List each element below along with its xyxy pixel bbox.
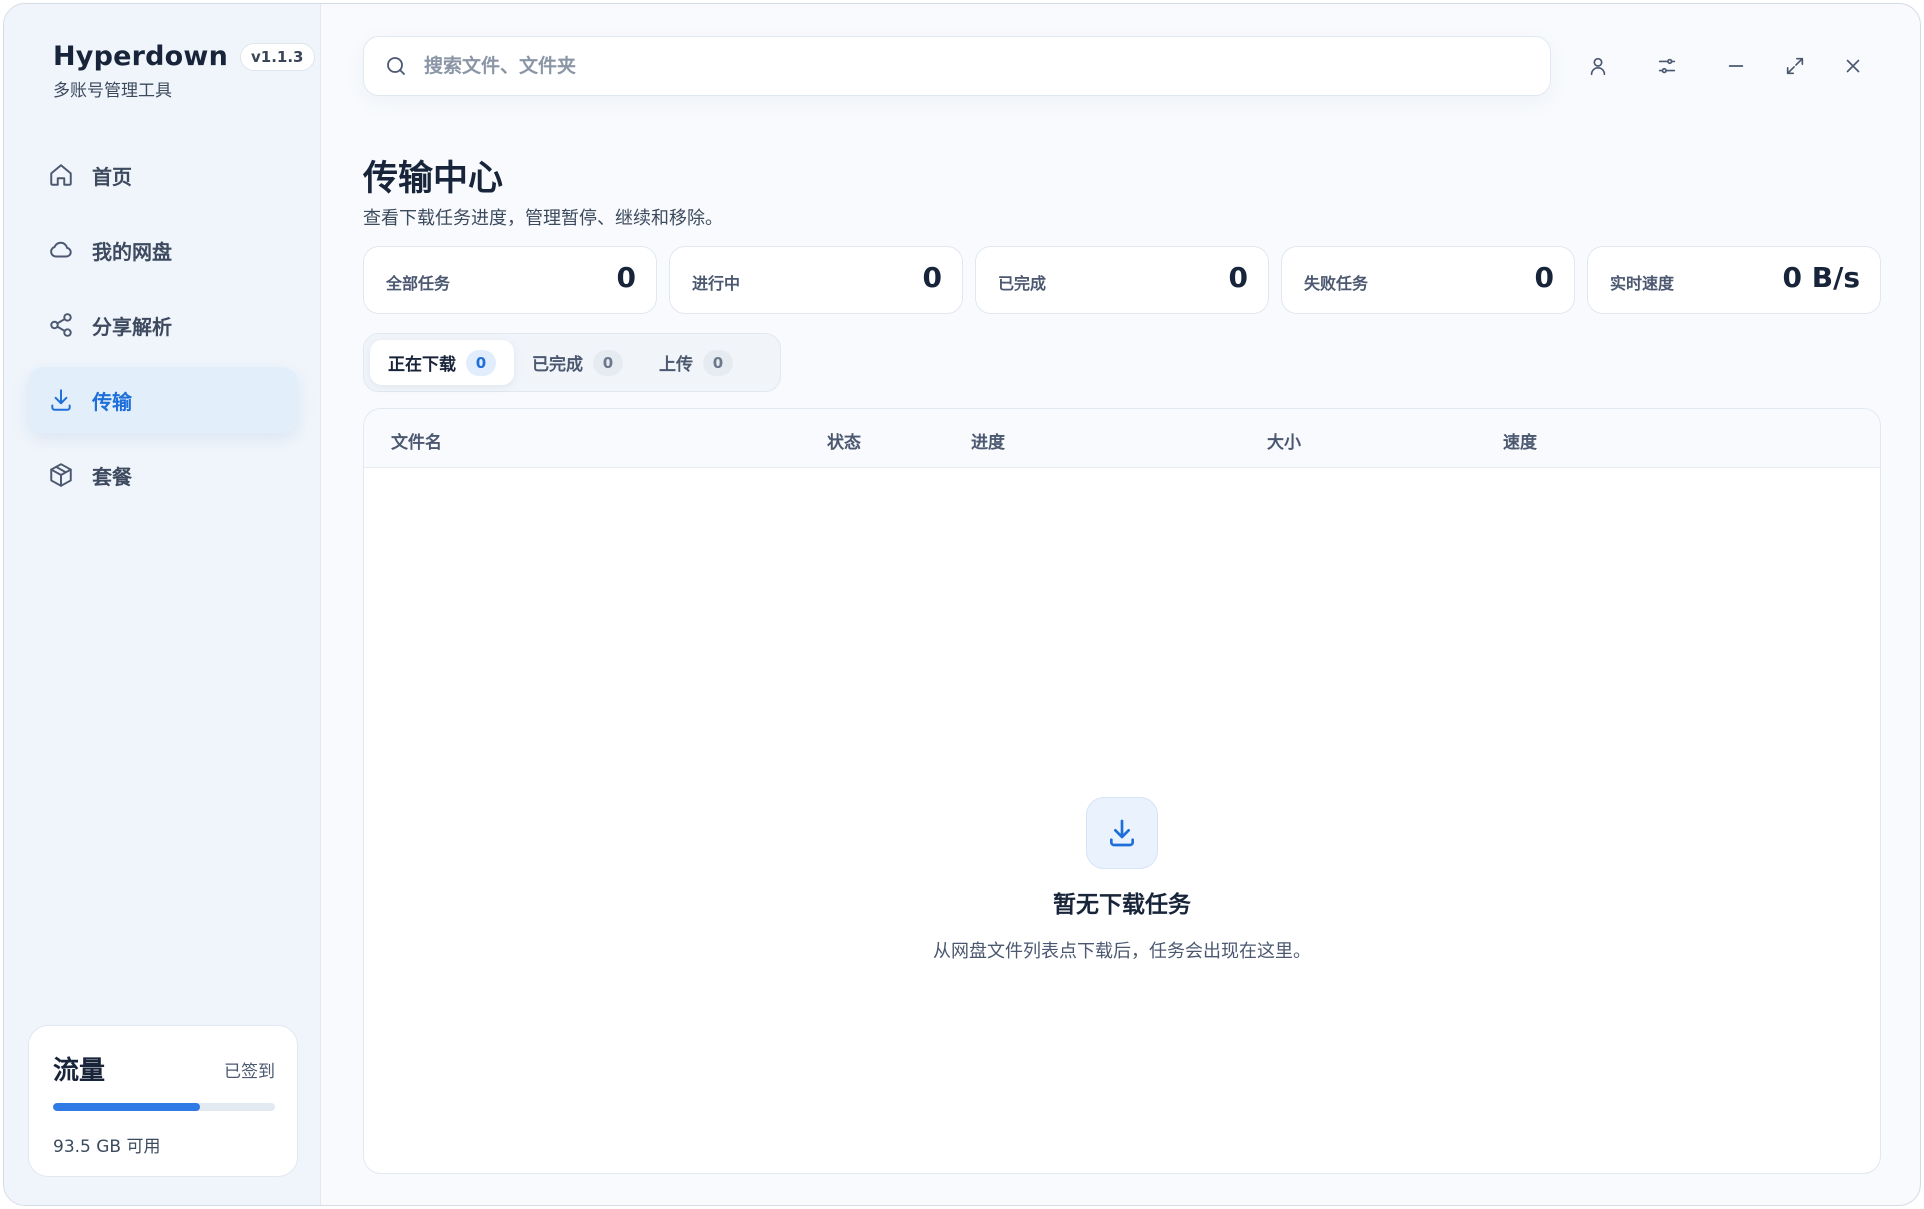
brand: Hyperdown v1.1.3 多账号管理工具: [53, 41, 315, 101]
empty-state-description: 从网盘文件列表点下载后，任务会出现在这里。: [933, 941, 1311, 962]
page-title: 传输中心: [363, 159, 504, 199]
checkin-status: 已签到: [224, 1062, 275, 1082]
cloud-icon: [50, 241, 72, 258]
minimize-icon: [1728, 65, 1744, 67]
tab-label: 正在下载: [388, 355, 456, 375]
tab-count-badge: 0: [466, 349, 496, 376]
minimize-button[interactable]: [1722, 52, 1750, 80]
stat-label: 已完成: [998, 274, 1047, 293]
tab-upload[interactable]: 上传 0: [641, 340, 751, 385]
column-header-size[interactable]: 大小: [1267, 428, 1301, 453]
search-input[interactable]: [424, 55, 1524, 77]
sidebar-item-my-drive[interactable]: 我的网盘: [28, 217, 298, 283]
maximize-icon: [1786, 57, 1804, 75]
transfer-table: 文件名 状态 进度 大小 速度 暂无下载任务 从网盘文件列表点下载后，任务会出现…: [363, 408, 1881, 1174]
page-description: 查看下载任务进度，管理暂停、继续和移除。: [363, 208, 723, 229]
home-icon: [50, 164, 72, 186]
column-header-filename[interactable]: 文件名: [391, 428, 442, 453]
settings-sliders-icon: [1658, 58, 1676, 74]
account-button[interactable]: [1584, 52, 1612, 80]
empty-state: 暂无下载任务 从网盘文件列表点下载后，任务会出现在这里。: [364, 797, 1880, 963]
user-icon: [1590, 57, 1606, 76]
column-header-status[interactable]: 状态: [827, 428, 861, 453]
tab-completed[interactable]: 已完成 0: [514, 340, 641, 385]
brand-row: Hyperdown v1.1.3: [53, 41, 315, 72]
stat-label: 失败任务: [1304, 274, 1369, 293]
sidebar-nav: 首页 我的网盘 分享解析 传输 套餐: [28, 142, 298, 517]
download-icon: [51, 389, 71, 411]
stat-value: 0 B/s: [1782, 261, 1860, 294]
stat-card-speed: 实时速度 0 B/s: [1587, 246, 1881, 314]
app-subtitle: 多账号管理工具: [53, 81, 172, 101]
maximize-button[interactable]: [1781, 52, 1809, 80]
close-button[interactable]: [1839, 52, 1867, 80]
stat-card-all-tasks: 全部任务 0: [363, 246, 657, 314]
quota-available: 93.5 GB 可用: [53, 1137, 161, 1157]
column-header-progress[interactable]: 进度: [971, 428, 1005, 453]
sidebar-item-share-parse[interactable]: 分享解析: [28, 292, 298, 358]
stat-card-completed: 已完成 0: [975, 246, 1269, 314]
tab-count-badge: 0: [703, 349, 733, 376]
stat-label: 进行中: [692, 274, 741, 293]
stat-value: 0: [616, 261, 636, 294]
search-bar[interactable]: [363, 36, 1551, 96]
share-icon: [50, 313, 72, 337]
window-controls: [1584, 52, 1867, 80]
download-icon: [1110, 819, 1134, 847]
quota-progress-fill: [53, 1103, 200, 1111]
sidebar-item-label: 传输: [92, 389, 132, 414]
quota-title: 流量: [53, 1056, 106, 1086]
tab-downloading[interactable]: 正在下载 0: [370, 340, 514, 385]
package-icon: [50, 463, 72, 487]
column-header-speed[interactable]: 速度: [1503, 428, 1537, 453]
sidebar-item-label: 我的网盘: [92, 239, 172, 264]
empty-state-icon-box: [1086, 797, 1158, 869]
stat-card-in-progress: 进行中 0: [669, 246, 963, 314]
sidebar: Hyperdown v1.1.3 多账号管理工具 首页 我的网盘 分享解析 传输: [4, 4, 321, 1205]
stat-value: 0: [1228, 261, 1248, 294]
tab-label: 上传: [659, 355, 693, 375]
version-badge: v1.1.3: [240, 42, 315, 71]
stat-value: 0: [922, 261, 942, 294]
table-header: 文件名 状态 进度 大小 速度: [364, 409, 1880, 468]
search-icon: [387, 57, 405, 75]
table-body: 暂无下载任务 从网盘文件列表点下载后，任务会出现在这里。: [364, 468, 1880, 1173]
quota-progress-bar: [53, 1103, 275, 1111]
empty-state-title: 暂无下载任务: [1053, 892, 1191, 918]
tab-label: 已完成: [532, 355, 583, 375]
tab-count-badge: 0: [593, 349, 623, 376]
stats-row: 全部任务 0 进行中 0 已完成 0 失败任务 0 实时速度 0 B/s: [363, 246, 1881, 314]
settings-button[interactable]: [1653, 52, 1681, 80]
sidebar-item-package[interactable]: 套餐: [28, 442, 298, 508]
sidebar-item-transfer[interactable]: 传输: [28, 367, 298, 433]
app-window: Hyperdown v1.1.3 多账号管理工具 首页 我的网盘 分享解析 传输: [3, 3, 1921, 1206]
close-icon: [1846, 59, 1860, 73]
app-name: Hyperdown: [53, 41, 228, 72]
quota-card: 流量 已签到 93.5 GB 可用: [28, 1025, 298, 1177]
stat-label: 全部任务: [386, 274, 451, 293]
main-content: 传输中心 查看下载任务进度，管理暂停、继续和移除。 全部任务 0 进行中 0 已…: [322, 4, 1920, 1205]
sidebar-item-label: 首页: [92, 164, 132, 189]
sidebar-item-label: 套餐: [92, 464, 132, 489]
transfer-tabs: 正在下载 0 已完成 0 上传 0: [363, 333, 781, 392]
sidebar-item-label: 分享解析: [92, 314, 172, 339]
sidebar-item-home[interactable]: 首页: [28, 142, 298, 208]
stat-label: 实时速度: [1610, 274, 1675, 293]
stat-value: 0: [1534, 261, 1554, 294]
stat-card-failed: 失败任务 0: [1281, 246, 1575, 314]
